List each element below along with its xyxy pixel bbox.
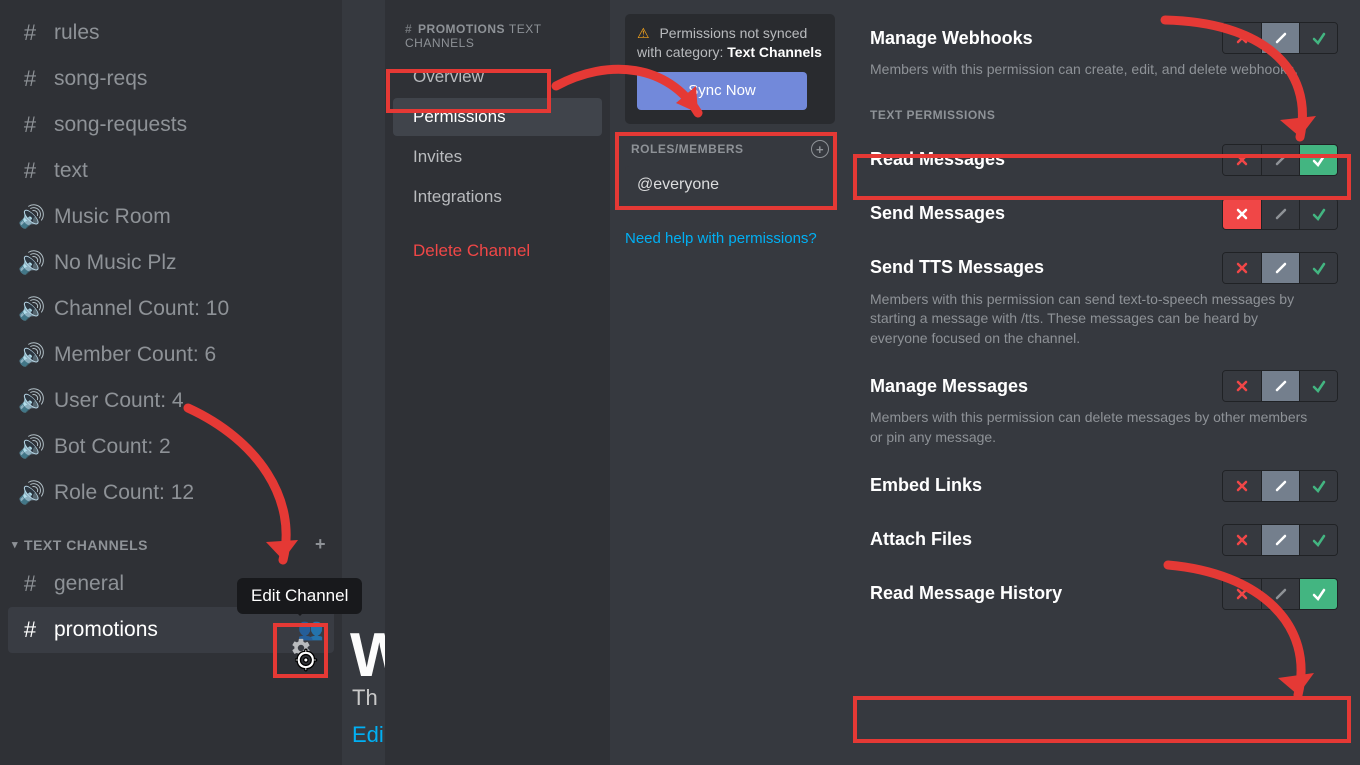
- hash-icon: #: [18, 66, 42, 92]
- tristate-deny[interactable]: [1223, 253, 1261, 283]
- speaker-icon: 🔊: [18, 480, 42, 506]
- voice-channel-item[interactable]: 🔊 Music Room: [8, 194, 334, 240]
- permission-tristate: [1222, 198, 1338, 230]
- text-channel-item[interactable]: # song-requests: [8, 102, 334, 148]
- permission-send_messages: Send Messages: [870, 198, 1338, 230]
- text-channel-item[interactable]: # rules: [8, 10, 334, 56]
- channel-label: song-requests: [54, 113, 324, 137]
- permission-tristate: [1222, 524, 1338, 556]
- permission-tristate: [1222, 370, 1338, 402]
- hash-icon: #: [18, 571, 42, 597]
- read-messages-highlight-box: [853, 154, 1351, 200]
- permission-tristate: [1222, 470, 1338, 502]
- tristate-check[interactable]: [1299, 199, 1337, 229]
- text-channel-item[interactable]: # text: [8, 148, 334, 194]
- hash-icon: #: [18, 20, 42, 46]
- read-history-highlight-box: [853, 696, 1351, 743]
- channel-label: No Music Plz: [54, 251, 324, 275]
- background-subtext: Th: [352, 685, 378, 711]
- warning-icon: ⚠: [637, 25, 650, 41]
- channel-label: Channel Count: 10: [54, 297, 324, 321]
- chevron-down-icon: ▾: [12, 538, 18, 551]
- channel-label: Music Room: [54, 205, 324, 229]
- sync-notice-category: Text Channels: [727, 44, 822, 60]
- permission-description: Members with this permission can send te…: [870, 290, 1310, 349]
- cursor-icon: [295, 647, 321, 678]
- tristate-slash[interactable]: [1261, 471, 1299, 501]
- tristate-slash[interactable]: [1261, 371, 1299, 401]
- speaker-icon: 🔊: [18, 342, 42, 368]
- permission-title: Send TTS Messages: [870, 257, 1222, 278]
- hash-icon: #: [18, 617, 42, 643]
- roles-highlight-box: [615, 132, 837, 210]
- tristate-check[interactable]: [1299, 525, 1337, 555]
- tristate-deny[interactable]: [1223, 525, 1261, 555]
- hash-icon: #: [405, 22, 412, 36]
- settings-nav-integrations[interactable]: Integrations: [393, 178, 602, 216]
- permission-title: Send Messages: [870, 203, 1222, 224]
- speaker-icon: 🔊: [18, 434, 42, 460]
- permission-send_tts: Send TTS Messages Members with this permi…: [870, 252, 1338, 349]
- voice-channel-item[interactable]: 🔊 Member Count: 6: [8, 332, 334, 378]
- settings-breadcrumb: # PROMOTIONS TEXT CHANNELS: [385, 16, 610, 56]
- permission-title: Attach Files: [870, 529, 1222, 550]
- permission-manage_messages: Manage Messages Members with this permiss…: [870, 370, 1338, 447]
- permission-tristate: [1222, 252, 1338, 284]
- arrow-to-read-messages: [1150, 12, 1330, 162]
- tristate-slash[interactable]: [1261, 253, 1299, 283]
- hash-icon: #: [18, 158, 42, 184]
- speaker-icon: 🔊: [18, 388, 42, 414]
- tristate-slash[interactable]: [1261, 525, 1299, 555]
- arrow-to-gear: [148, 400, 318, 600]
- channel-label: promotions: [54, 618, 286, 642]
- channel-label: rules: [54, 21, 324, 45]
- permission-title: Embed Links: [870, 475, 1222, 496]
- text-channel-item[interactable]: # song-reqs: [8, 56, 334, 102]
- hash-icon: #: [18, 112, 42, 138]
- permission-description: Members with this permission can delete …: [870, 408, 1310, 447]
- speaker-icon: 🔊: [18, 296, 42, 322]
- tristate-deny[interactable]: [1223, 199, 1261, 229]
- tristate-deny[interactable]: [1223, 471, 1261, 501]
- permission-title: Manage Messages: [870, 376, 1222, 397]
- tristate-check[interactable]: [1299, 253, 1337, 283]
- tristate-check[interactable]: [1299, 471, 1337, 501]
- background-edit-link[interactable]: Edi: [352, 722, 384, 748]
- channel-label: Member Count: 6: [54, 343, 324, 367]
- speaker-icon: 🔊: [18, 250, 42, 276]
- edit-channel-tooltip: Edit Channel: [237, 578, 362, 614]
- delete-channel-link[interactable]: Delete Channel: [393, 232, 602, 270]
- speaker-icon: 🔊: [18, 204, 42, 230]
- settings-breadcrumb-channel: PROMOTIONS: [418, 22, 505, 36]
- tristate-slash[interactable]: [1261, 199, 1299, 229]
- permissions-highlight-box: [386, 69, 551, 113]
- channel-label: text: [54, 159, 324, 183]
- permissions-help-link[interactable]: Need help with permissions?: [625, 230, 835, 247]
- channel-label: song-reqs: [54, 67, 324, 91]
- voice-channel-item[interactable]: 🔊 No Music Plz: [8, 240, 334, 286]
- category-label: TEXT CHANNELS: [24, 537, 148, 553]
- permission-attach_files: Attach Files: [870, 524, 1338, 556]
- voice-channel-item[interactable]: 🔊 Channel Count: 10: [8, 286, 334, 332]
- tristate-deny[interactable]: [1223, 371, 1261, 401]
- permission-embed_links: Embed Links: [870, 470, 1338, 502]
- tristate-check[interactable]: [1299, 371, 1337, 401]
